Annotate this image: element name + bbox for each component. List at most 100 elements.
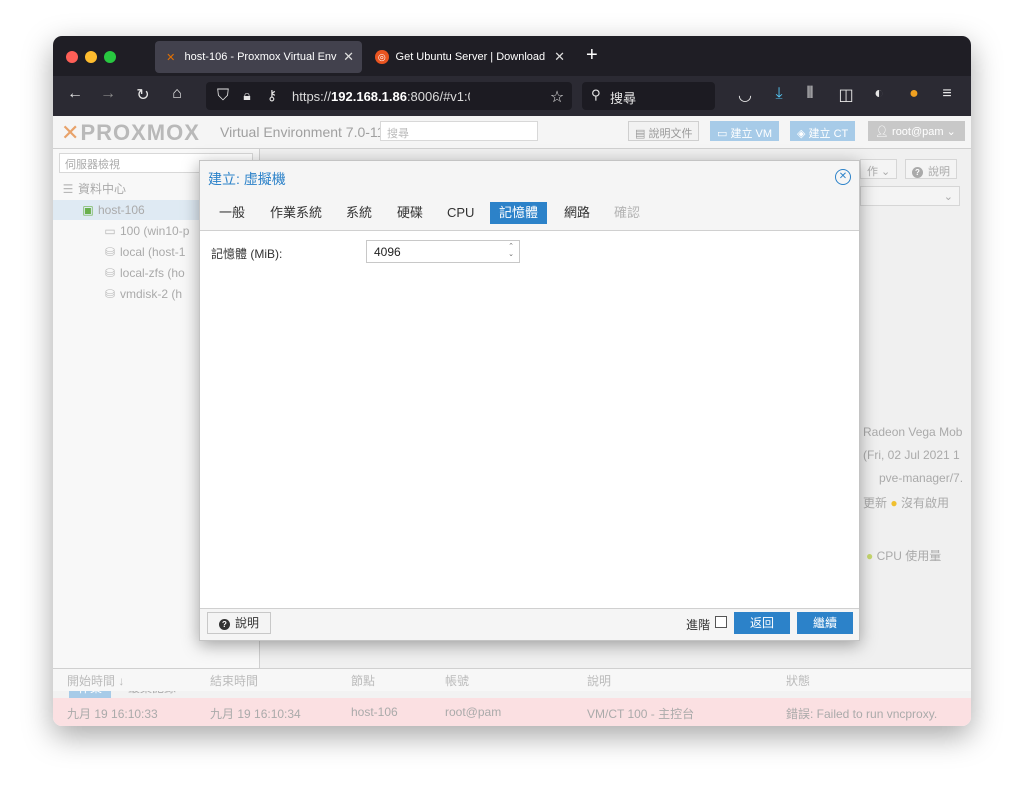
version-text: Virtual Environment 7.0-11 xyxy=(220,124,385,140)
tab-bar: ✕ host-106 - Proxmox Virtual Envi ✕ ◎ Ge… xyxy=(53,36,971,76)
create-vm-dialog: 建立: 虛擬機 ✕ 一般 作業系統 系統 硬碟 CPU 記憶體 網路 確認 記憶… xyxy=(199,160,860,641)
create-ct-button[interactable]: ◈ 建立 CT xyxy=(790,121,856,141)
dialog-footer: ? 說明 進階 返回 繼續 xyxy=(200,608,859,640)
bookmark-star-icon[interactable]: ☆ xyxy=(546,87,568,107)
advanced-checkbox[interactable] xyxy=(715,616,727,628)
minimize-window-button[interactable] xyxy=(85,51,97,63)
search-placeholder: 搜尋 xyxy=(610,91,637,106)
monitor-icon: ▭ xyxy=(717,128,731,140)
help-icon: ? xyxy=(219,619,230,630)
node-select[interactable]: ⌄ xyxy=(860,186,960,206)
browser-tab-proxmox[interactable]: ✕ host-106 - Proxmox Virtual Envi ✕ xyxy=(155,41,362,73)
user-menu-button[interactable]: 👤︎ root@pam ⌄ xyxy=(868,121,965,141)
url-text[interactable]: https://192.168.1.86:8006/#v1:0:=node%2 xyxy=(292,89,470,104)
cpu-usage-legend: ● CPU 使用量 xyxy=(866,549,942,563)
storage-icon: ⛁ xyxy=(104,287,116,301)
table-row[interactable]: 九月 19 16:10:33 九月 19 16:10:34 host-106 r… xyxy=(53,698,971,726)
tab-system[interactable]: 系統 xyxy=(337,202,381,224)
browser-window: ✕ host-106 - Proxmox Virtual Envi ✕ ◎ Ge… xyxy=(53,36,971,726)
book-icon: ▤ xyxy=(635,128,649,140)
memory-input[interactable]: ⌃⌄ xyxy=(366,240,520,263)
zoom-window-button[interactable] xyxy=(104,51,116,63)
tree-item-storage[interactable]: ⛁ local-zfs (ho xyxy=(103,263,185,283)
extension-icon[interactable]: ● xyxy=(903,85,925,103)
lock-icon[interactable]: 🔒︎ xyxy=(236,87,258,104)
task-user: root@pam xyxy=(445,705,502,719)
dialog-title: 建立: 虛擬機 xyxy=(208,171,286,187)
new-tab-icon[interactable]: + xyxy=(586,44,598,67)
reload-icon[interactable]: ↻ xyxy=(132,85,154,105)
key-icon[interactable]: ⚷ xyxy=(261,87,283,104)
close-icon[interactable]: ✕ xyxy=(835,169,851,185)
proxmox-header: ✕PROXMOX Virtual Environment 7.0-11 搜尋 ▤… xyxy=(53,116,971,149)
tab-network[interactable]: 網路 xyxy=(555,202,599,224)
tab-disks[interactable]: 硬碟 xyxy=(388,202,432,224)
proxmox-logo: ✕PROXMOX xyxy=(61,120,200,145)
back-icon[interactable]: ← xyxy=(64,85,86,103)
manager-version-text: pve-manager/7. xyxy=(879,471,964,485)
storage-icon: ⛁ xyxy=(104,266,116,280)
search-icon: ⚲ xyxy=(591,87,601,102)
server-rack-icon: ☰ xyxy=(62,182,74,196)
col-start-time[interactable]: 開始時間 ↓ xyxy=(67,672,124,689)
back-button[interactable]: 返回 xyxy=(734,612,790,634)
col-description[interactable]: 說明 xyxy=(587,672,611,689)
browser-tab-ubuntu[interactable]: ◎ Get Ubuntu Server | Download | ✕ xyxy=(366,41,573,73)
extension-j-icon[interactable]: ◐ xyxy=(868,85,890,103)
tree-item-storage[interactable]: ⛁ vmdisk-2 (h xyxy=(103,284,182,304)
pocket-icon[interactable]: ◡ xyxy=(734,85,756,105)
menu-icon[interactable]: ≡ xyxy=(936,85,958,103)
tree-item-vm[interactable]: ▭ 100 (win10-p xyxy=(103,221,189,241)
cube-icon: ◈ xyxy=(797,128,809,140)
create-vm-button[interactable]: ▭ 建立 VM xyxy=(710,121,780,141)
close-window-button[interactable] xyxy=(66,51,78,63)
monitor-icon: ▭ xyxy=(104,224,116,238)
spinner-icon[interactable]: ⌃ ⌄ xyxy=(506,243,516,259)
home-icon[interactable]: ⌂ xyxy=(166,85,188,103)
task-node: host-106 xyxy=(351,705,398,719)
search-bar[interactable]: ⚲ 搜尋 xyxy=(582,82,715,110)
cpu-model-text: Radeon Vega Mob xyxy=(863,425,963,439)
task-table-header: 開始時間 ↓ 結束時間 節點 帳號 說明 狀態 xyxy=(53,669,971,691)
tab-cpu[interactable]: CPU xyxy=(438,202,483,224)
next-button[interactable]: 繼續 xyxy=(797,612,853,634)
nav-bar: ← → ↻ ⌂ ⛉ 🔒︎ ⚷ https://192.168.1.86:8006… xyxy=(53,76,971,116)
task-description: VM/CT 100 - 主控台 xyxy=(587,707,695,721)
wizard-tabs: 一般 作業系統 系統 硬碟 CPU 記憶體 網路 確認 xyxy=(200,197,859,230)
url-bar[interactable]: ⛉ 🔒︎ ⚷ https://192.168.1.86:8006/#v1:0:=… xyxy=(206,82,572,110)
shield-icon[interactable]: ⛉ xyxy=(212,87,234,105)
col-end-time[interactable]: 結束時間 xyxy=(210,672,258,689)
proxmox-search-input[interactable]: 搜尋 xyxy=(380,121,538,141)
proxmox-icon: ✕ xyxy=(166,51,176,64)
more-button[interactable]: 作 ⌄ xyxy=(860,159,898,179)
sidebar-icon[interactable]: ◫ xyxy=(835,85,857,105)
memory-label: 記憶體 (MiB): xyxy=(211,247,283,261)
close-tab-icon[interactable]: ✕ xyxy=(343,49,354,65)
task-start: 九月 19 16:10:33 xyxy=(67,707,158,721)
tree-item-datacenter[interactable]: ☰ 資料中心 xyxy=(61,179,126,199)
memory-value[interactable] xyxy=(372,244,496,260)
node-help-button[interactable]: ? 說明 xyxy=(905,159,957,179)
tab-os[interactable]: 作業系統 xyxy=(261,202,331,224)
close-tab-icon[interactable]: ✕ xyxy=(554,49,565,65)
tree-item-storage[interactable]: ⛁ local (host-1 xyxy=(103,242,185,262)
download-icon[interactable]: ⤓ xyxy=(768,85,790,103)
col-user[interactable]: 帳號 xyxy=(445,672,469,689)
repo-status-text: 更新 ● 沒有啟用 xyxy=(863,496,949,510)
tab-general[interactable]: 一般 xyxy=(210,202,254,224)
tab-title: Get Ubuntu Server | Download | xyxy=(395,51,549,63)
advanced-label: 進階 xyxy=(686,618,711,632)
docs-button[interactable]: ▤ 說明文件 xyxy=(628,121,700,141)
task-end: 九月 19 16:10:34 xyxy=(210,707,301,721)
user-icon: 👤︎ xyxy=(875,126,893,138)
col-status[interactable]: 狀態 xyxy=(786,672,810,689)
library-icon[interactable]: ⫴ xyxy=(799,85,821,103)
help-button[interactable]: ? 說明 xyxy=(207,612,272,634)
forward-icon[interactable]: → xyxy=(97,85,119,103)
storage-icon: ⛁ xyxy=(104,245,116,259)
col-node[interactable]: 節點 xyxy=(351,672,375,689)
tab-memory[interactable]: 記憶體 xyxy=(490,202,548,224)
tab-confirm[interactable]: 確認 xyxy=(605,202,649,224)
ubuntu-icon: ◎ xyxy=(375,50,389,64)
kernel-time-text: (Fri, 02 Jul 2021 1 xyxy=(863,448,960,462)
